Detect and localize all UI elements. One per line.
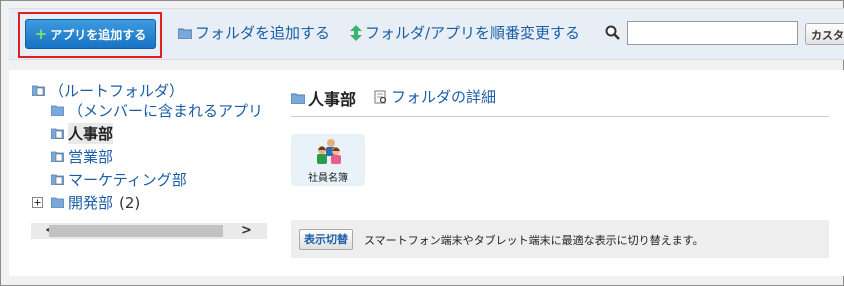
tree-item-eigyo[interactable]: 営業部 xyxy=(51,146,113,167)
tree-item-jinji[interactable]: 人事部 xyxy=(51,123,114,144)
app-tile[interactable]: 社員名簿 xyxy=(291,134,365,186)
folder-icon xyxy=(178,28,192,39)
tree-root[interactable]: （ルートフォルダ） xyxy=(32,80,184,101)
detail-icon xyxy=(374,90,387,103)
tree-item-count: (2) xyxy=(119,193,141,212)
display-switch-button[interactable]: 表示切替 xyxy=(299,229,353,250)
folder-doc-icon xyxy=(51,151,64,162)
folder-icon xyxy=(291,93,305,104)
folder-doc-icon xyxy=(51,174,64,185)
tree-item-kaihatsu[interactable]: 開発部 (2) xyxy=(32,192,140,213)
divider xyxy=(291,116,829,117)
plus-icon: + xyxy=(34,24,48,43)
folder-detail-link[interactable]: フォルダの詳細 xyxy=(374,86,496,107)
add-app-label: アプリを追加する xyxy=(50,27,147,42)
page-title: 人事部 xyxy=(291,86,356,110)
scroll-thumb[interactable] xyxy=(49,225,223,237)
customize-button[interactable]: カスタ xyxy=(805,23,844,45)
add-folder-link[interactable]: フォルダを追加する xyxy=(178,22,330,43)
folder-doc-icon xyxy=(51,128,64,139)
sort-arrows-icon xyxy=(350,24,362,41)
folder-icon xyxy=(51,105,64,116)
search-icon[interactable] xyxy=(605,25,620,40)
notice-text: スマートフォン端末やタブレット端末に最適な表示に切り替えます。 xyxy=(364,234,704,247)
scroll-right-icon[interactable]: > xyxy=(241,223,252,239)
expand-icon[interactable] xyxy=(32,197,43,208)
search-input[interactable] xyxy=(627,21,798,45)
app-label: 社員名簿 xyxy=(308,173,348,184)
tree-item-marketing[interactable]: マーケティング部 xyxy=(51,169,187,190)
add-app-button[interactable]: + アプリを追加する xyxy=(25,19,156,49)
display-switch-notice: 表示切替 スマートフォン端末やタブレット端末に最適な表示に切り替えます。 xyxy=(291,220,829,258)
reorder-link[interactable]: フォルダ/アプリを順番変更する xyxy=(350,22,580,43)
tree-member-apps[interactable]: （メンバーに含まれるアプリ xyxy=(51,100,263,121)
folder-doc-icon xyxy=(32,85,45,96)
tree-scrollbar[interactable]: < > xyxy=(31,223,267,239)
people-icon xyxy=(317,139,341,164)
folder-icon xyxy=(51,197,64,208)
